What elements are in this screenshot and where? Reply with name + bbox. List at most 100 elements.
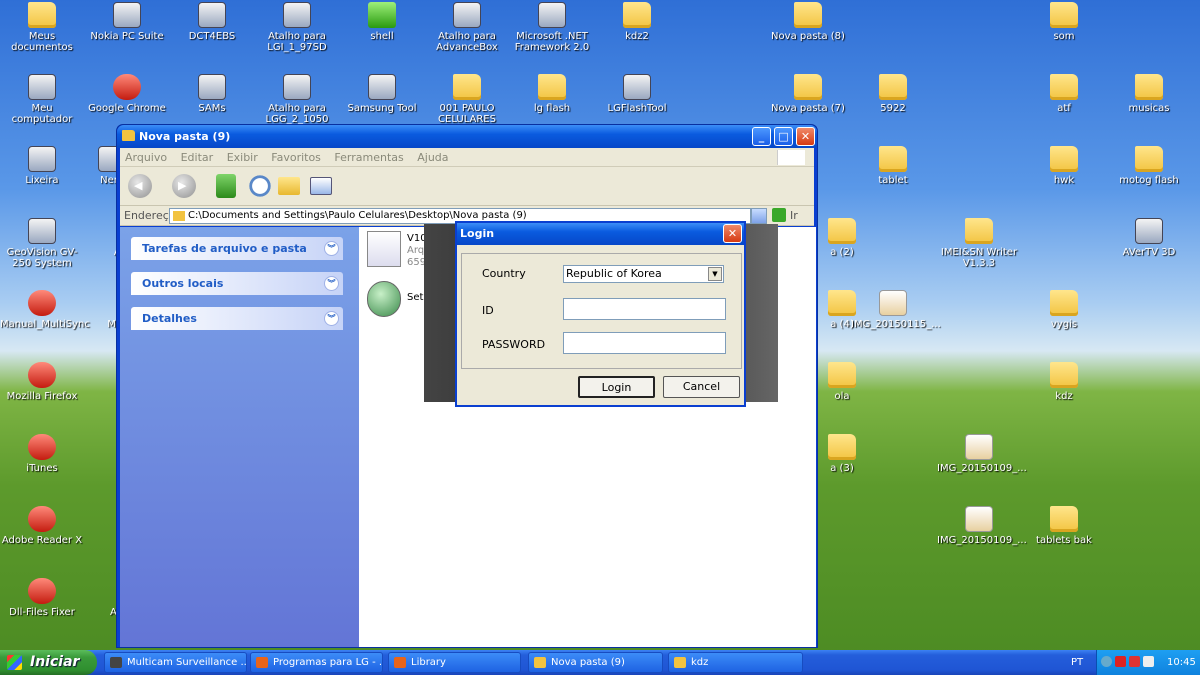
desktop-icon-label: som (1053, 31, 1075, 42)
desktop-icon[interactable]: GeoVision GV-250 System (0, 218, 84, 269)
desktop-icon[interactable]: musicas (1107, 74, 1191, 114)
explorer-title-bar[interactable]: Nova pasta (9) _ □ ✕ (117, 125, 817, 148)
go-label[interactable]: Ir (790, 206, 798, 226)
lg-shortcut-icon (283, 74, 311, 100)
desktop-icon[interactable]: IMEI&SN Writer V1.3.3 (937, 218, 1021, 269)
desktop-icon[interactable]: IMG_20150109_... (937, 506, 1027, 546)
desktop-icon-label: atf (1057, 103, 1071, 114)
taskbar-button[interactable]: kdz (668, 652, 803, 673)
desktop-icon-label: musicas (1128, 103, 1170, 114)
desktop-icon[interactable]: IMG_20150115_... (851, 290, 941, 330)
maximize-button[interactable]: □ (774, 127, 793, 146)
taskbar-button[interactable]: Programas para LG - ... (250, 652, 383, 673)
desktop-icon[interactable]: Nova pasta (8) (766, 2, 850, 42)
task-details[interactable]: Detalhes ︾ (131, 307, 343, 330)
go-icon[interactable] (772, 208, 786, 222)
minimize-button[interactable]: _ (752, 127, 771, 146)
login-button[interactable]: Login (578, 376, 655, 398)
folder-icon (1050, 506, 1078, 532)
folders-button[interactable] (278, 177, 300, 195)
desktop-icon-label: DCT4EBS (188, 31, 236, 42)
start-button[interactable]: Iniciar (0, 650, 97, 675)
desktop-icon-label: Atalho para LGG_2_1050 (265, 103, 329, 125)
password-input[interactable] (563, 332, 726, 354)
menu-item-editar[interactable]: Editar (181, 151, 214, 164)
desktop-icon[interactable]: LGFlashTool (595, 74, 679, 114)
login-title-bar[interactable]: Login ✕ (457, 223, 744, 245)
desktop-icon[interactable]: Meus documentos (0, 2, 84, 53)
close-button[interactable]: ✕ (723, 224, 742, 243)
language-indicator[interactable]: PT (1071, 650, 1083, 675)
menu-item-ajuda[interactable]: Ajuda (417, 151, 448, 164)
desktop-icon[interactable]: Atalho para LGI_1_97SD (255, 2, 339, 53)
desktop-icon[interactable]: IMG_20150109_... (937, 434, 1027, 474)
desktop-icon[interactable]: Nova pasta (7) (766, 74, 850, 114)
desktop-icon[interactable]: 5922 (851, 74, 935, 114)
cancel-button[interactable]: Cancel (663, 376, 740, 398)
tray-icon[interactable] (1101, 656, 1112, 667)
desktop-icon[interactable]: Nokia PC Suite (85, 2, 169, 42)
chevron-down-icon[interactable]: ︾ (324, 276, 339, 291)
volume-icon[interactable] (1143, 656, 1154, 667)
desktop-icon[interactable]: hwk (1022, 146, 1106, 186)
desktop-icon[interactable]: iTunes (0, 434, 84, 474)
task-file-folder[interactable]: Tarefas de arquivo e pasta ︾ (131, 237, 343, 260)
desktop-icon-label: a (2) (830, 247, 854, 258)
views-button[interactable] (310, 177, 332, 195)
taskbar-button[interactable]: Library (388, 652, 521, 673)
desktop-icon[interactable]: Mozilla Firefox (0, 362, 84, 402)
country-label: Country (482, 267, 526, 280)
desktop-icon[interactable]: SAMs (170, 74, 254, 114)
address-dropdown-button[interactable] (751, 208, 767, 224)
folder-icon (1135, 146, 1163, 172)
desktop-icon[interactable]: Meu computador (0, 74, 84, 125)
clock[interactable]: 10:45 (1167, 650, 1196, 675)
id-input[interactable] (563, 298, 726, 320)
desktop-icon[interactable]: tablet (851, 146, 935, 186)
taskbar-button[interactable]: Nova pasta (9) (528, 652, 663, 673)
back-button[interactable]: ◀ (128, 174, 152, 198)
desktop-icon[interactable]: shell (340, 2, 424, 42)
desktop-icon[interactable]: Manual_MultiSync (0, 290, 90, 330)
desktop-icon[interactable]: DCT4EBS (170, 2, 254, 42)
menu-item-ferramentas[interactable]: Ferramentas (334, 151, 403, 164)
desktop-icon-label: IMG_20150109_... (937, 535, 1027, 546)
desktop-icon[interactable]: Atalho para AdvanceBox (425, 2, 509, 53)
desktop-icon[interactable]: Samsung Tool (340, 74, 424, 114)
system-tray: 10:45 (1096, 650, 1200, 675)
desktop-icon-label: motog flash (1119, 175, 1179, 186)
search-icon[interactable] (248, 174, 272, 198)
menu-item-exibir[interactable]: Exibir (227, 151, 258, 164)
taskbar-button-label: Library (411, 657, 446, 668)
desktop-icon[interactable]: Google Chrome (85, 74, 169, 114)
login-form-group: Country Republic of Korea ▼ ID PASSWORD (461, 253, 742, 369)
chevron-down-icon[interactable]: ▼ (708, 267, 722, 281)
desktop-icon[interactable]: Adobe Reader X (0, 506, 84, 546)
forward-button[interactable]: ▶ (172, 174, 196, 198)
desktop-icon[interactable]: kdz (1022, 362, 1106, 402)
desktop-icon[interactable]: AVerTV 3D (1107, 218, 1191, 258)
task-other-places[interactable]: Outros locais ︾ (131, 272, 343, 295)
desktop-icon[interactable]: tablets bak (1022, 506, 1106, 546)
login-dialog[interactable]: Login ✕ Country Republic of Korea ▼ ID PA… (455, 221, 746, 407)
desktop-icon[interactable]: vygis (1022, 290, 1106, 330)
adobe-tray-icon[interactable] (1115, 656, 1126, 667)
desktop-icon[interactable]: motog flash (1107, 146, 1191, 186)
desktop-icon[interactable]: atf (1022, 74, 1106, 114)
country-select[interactable]: Republic of Korea ▼ (563, 265, 724, 283)
desktop-icon[interactable]: Atalho para LGG_2_1050 (255, 74, 339, 125)
up-folder-button[interactable] (216, 174, 236, 198)
desktop-icon[interactable]: som (1022, 2, 1106, 42)
desktop-icon-label: Nova pasta (7) (771, 103, 845, 114)
desktop-icon[interactable]: kdz2 (595, 2, 679, 42)
menu-item-favoritos[interactable]: Favoritos (271, 151, 321, 164)
desktop-icon[interactable]: lg flash (510, 74, 594, 114)
chevron-down-icon[interactable]: ︾ (324, 241, 339, 256)
desktop-icon[interactable]: Microsoft .NET Framework 2.0 (510, 2, 594, 53)
menu-item-arquivo[interactable]: Arquivo (125, 151, 167, 164)
chevron-down-icon[interactable]: ︾ (324, 311, 339, 326)
taskbar-button[interactable]: Multicam Surveillance ... (104, 652, 247, 673)
tray-icon[interactable] (1129, 656, 1140, 667)
desktop-icon[interactable]: Dll-Files Fixer (0, 578, 84, 618)
close-button[interactable]: ✕ (796, 127, 815, 146)
